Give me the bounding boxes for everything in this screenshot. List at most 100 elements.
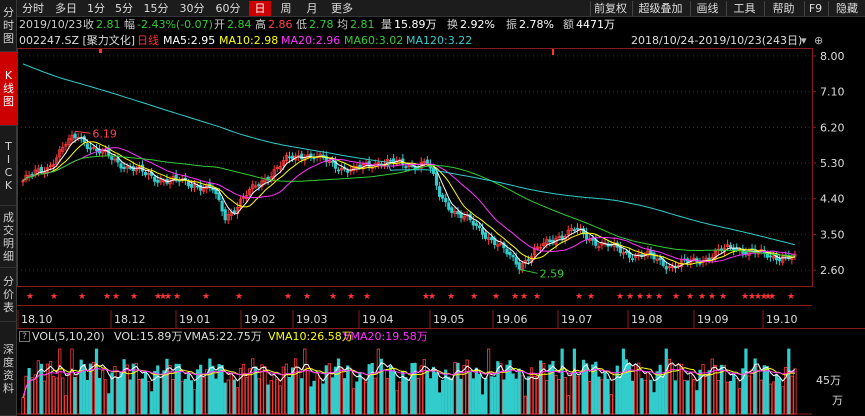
volume-bar	[39, 363, 43, 415]
candle-body	[450, 207, 454, 213]
price-tick-label: 2.60	[820, 264, 845, 277]
volume-bar	[621, 348, 625, 415]
volume-bar	[695, 390, 699, 415]
volume-bar	[532, 375, 537, 415]
marker-star: ★	[616, 292, 624, 302]
date-tick-label: 19.09	[697, 313, 729, 326]
volume-bars	[21, 348, 797, 415]
volume-bar	[686, 380, 690, 415]
volume-bar	[707, 370, 711, 415]
expand-indicator-icon[interactable]: ?	[19, 331, 30, 342]
volume-bar	[388, 366, 393, 415]
volume-bar	[490, 376, 494, 415]
volume-bar	[560, 348, 564, 415]
volume-bar	[241, 364, 246, 415]
volume-bar	[759, 379, 763, 415]
volume-bar	[609, 394, 613, 415]
volume-bar	[379, 358, 383, 415]
volume-bar	[545, 380, 549, 415]
candle-body	[110, 156, 114, 160]
marker-star: ★	[303, 292, 311, 302]
volume-bar	[704, 375, 708, 415]
candle-body	[572, 229, 576, 232]
marker-star: ★	[235, 292, 243, 302]
volume-tick-label: 45万	[816, 374, 841, 387]
volume-bar	[487, 348, 491, 415]
volume-bar	[330, 377, 334, 415]
volume-bar	[21, 397, 25, 415]
date-tick-label: 19.02	[244, 313, 276, 326]
volume-bar	[447, 376, 451, 415]
volume-bar	[327, 363, 331, 415]
volume-bar	[661, 375, 665, 415]
volume-bar	[419, 365, 423, 415]
volume-bar	[747, 375, 751, 415]
volume-bar	[150, 391, 154, 415]
volume-bar	[499, 362, 503, 415]
volume-bar	[232, 379, 236, 415]
candle-body	[441, 194, 445, 199]
candle-body	[189, 183, 194, 188]
volume-bar	[588, 381, 592, 415]
date-tick-label: 19.05	[433, 313, 465, 326]
marker-star: ★	[575, 292, 583, 302]
candle-body	[186, 181, 191, 186]
volume-bar	[768, 383, 773, 415]
volume-bar	[425, 370, 429, 415]
marker-star: ★	[50, 292, 58, 302]
marker-star: ★	[284, 292, 292, 302]
volume-bar	[229, 373, 233, 415]
marker-star: ★	[672, 292, 680, 302]
price-tick-label: 4.40	[820, 193, 845, 206]
candle-body	[560, 235, 564, 240]
date-tick-label: 19.07	[561, 313, 593, 326]
volume-bar	[45, 363, 50, 415]
volume-bar	[603, 370, 607, 415]
volume-bar	[750, 369, 754, 415]
volume-bar	[385, 378, 390, 415]
candle-body	[658, 257, 662, 261]
volume-bar	[309, 386, 313, 415]
volume-bar	[630, 380, 635, 415]
volume-bar	[85, 380, 89, 415]
volume-bar	[511, 373, 515, 415]
volume-bar	[269, 380, 273, 415]
volume-bar	[367, 364, 371, 415]
volume-bar	[196, 369, 200, 415]
volume-bar	[787, 348, 791, 415]
volume-bar	[146, 380, 151, 415]
candle-body	[778, 258, 782, 262]
volume-indicator-name[interactable]: VOL(5,10,20)	[32, 329, 105, 344]
vol-value: VOL:15.89万	[114, 330, 183, 343]
volume-bar	[376, 348, 380, 415]
volume-bar	[52, 375, 56, 415]
marker-star: ★	[202, 292, 210, 302]
candle-body	[287, 156, 292, 159]
marker-star: ★	[428, 292, 436, 302]
volume-bar	[502, 379, 506, 415]
volume-bar	[61, 377, 65, 415]
volume-bar	[137, 379, 142, 415]
volume-bar	[667, 358, 671, 415]
volume-bar	[483, 378, 488, 415]
volume-bar	[652, 392, 656, 415]
candle-body	[330, 160, 334, 163]
candle-body	[438, 186, 442, 197]
marker-star: ★	[587, 292, 595, 302]
volume-bar	[673, 380, 678, 415]
volume-bar	[67, 374, 71, 415]
volume-bar	[180, 380, 184, 415]
candle-body	[744, 251, 748, 255]
candle-body	[220, 200, 224, 212]
volume-bar	[514, 378, 518, 415]
volume-bar	[156, 365, 160, 415]
volume-bar	[716, 380, 720, 415]
volume-bar	[729, 380, 733, 415]
volume-bar	[536, 375, 540, 415]
volume-bar	[670, 364, 675, 415]
candle-body	[575, 227, 580, 230]
volume-bar	[468, 372, 472, 415]
volume-bar	[220, 365, 224, 415]
volume-bar	[287, 377, 292, 415]
volume-bar	[539, 360, 543, 415]
